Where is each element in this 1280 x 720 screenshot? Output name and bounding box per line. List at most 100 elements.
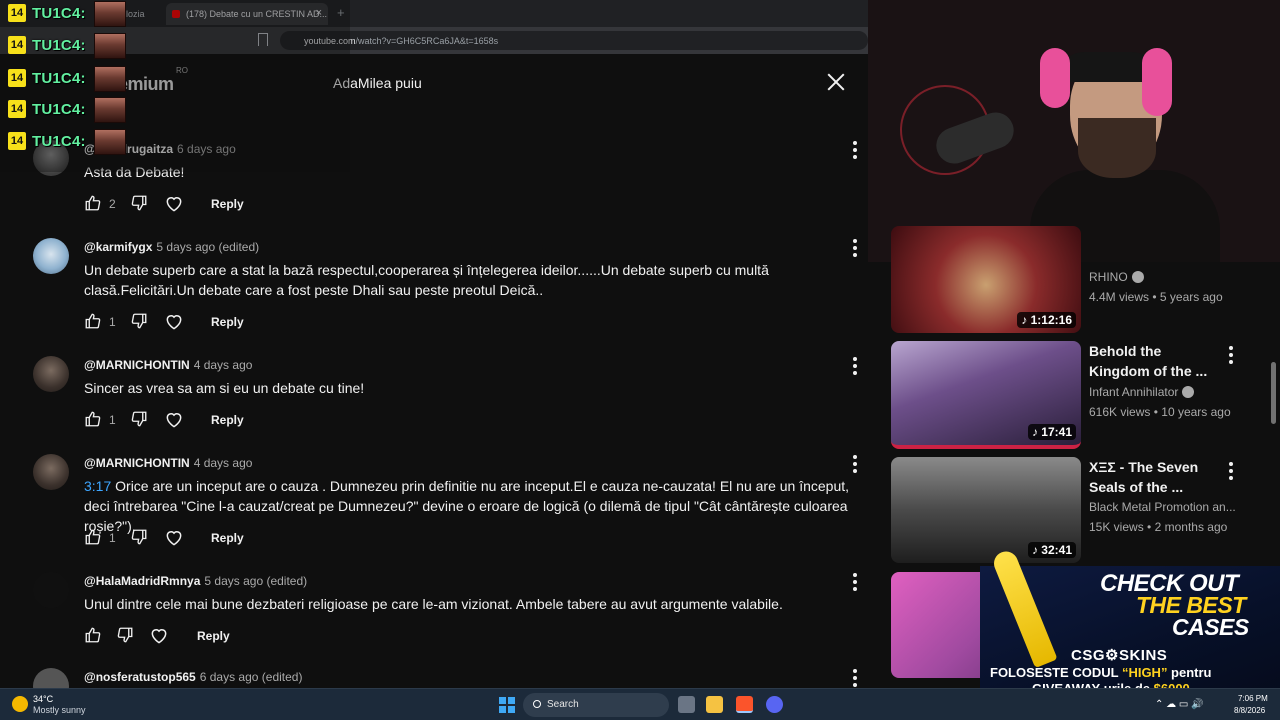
comment-author[interactable]: @HalaMadridRmnya — [84, 574, 200, 588]
task-view-icon[interactable] — [678, 696, 695, 713]
comment-actions: 1 Reply — [84, 410, 384, 434]
reply-button[interactable]: Reply — [202, 194, 253, 214]
heart-icon[interactable] — [164, 528, 184, 548]
comment-header: @karmifygx 5 days ago (edited) — [84, 240, 259, 254]
video-title[interactable]: Behold the Kingdom of the ... — [1089, 341, 1209, 381]
video-menu-icon[interactable] — [1225, 345, 1237, 365]
channel-name[interactable]: RHINO — [1089, 270, 1144, 284]
file-explorer-icon[interactable] — [706, 696, 723, 713]
video-timestamp-link[interactable]: 3:17 — [84, 478, 111, 494]
comment-time[interactable]: 5 days ago (edited) — [204, 574, 307, 588]
heart-icon[interactable] — [164, 410, 184, 430]
chat-username: TU1C4: — [32, 133, 86, 150]
discord-icon[interactable] — [766, 696, 783, 713]
like-icon[interactable] — [84, 194, 102, 212]
search-box[interactable]: AdaMilea puiu — [318, 64, 862, 102]
avatar[interactable] — [33, 238, 69, 274]
comments-section: @...andrugaitza 6 days ago Asta da Debate… — [0, 112, 868, 688]
clear-search-icon[interactable] — [824, 70, 848, 94]
video-menu-icon[interactable] — [1225, 461, 1237, 481]
sub-badge: 14 — [8, 36, 26, 54]
dislike-icon[interactable] — [130, 528, 148, 546]
headphones-left-icon — [1040, 48, 1070, 108]
weather-sun-icon[interactable] — [12, 696, 28, 712]
comment-menu-icon[interactable] — [849, 356, 861, 376]
taskbar-search[interactable]: Search — [523, 693, 669, 717]
like-count: 2 — [109, 197, 116, 211]
dislike-icon[interactable] — [130, 194, 148, 212]
url-field[interactable]: youtube.com/watch?v=GH6C5RCa6JA&t=1658s — [280, 31, 868, 50]
comment-time[interactable]: 5 days ago (edited) — [156, 240, 259, 254]
comment-menu-icon[interactable] — [849, 140, 861, 160]
verified-icon — [1131, 271, 1144, 283]
comment-menu-icon[interactable] — [849, 668, 861, 688]
comment-time[interactable]: 6 days ago (edited) — [200, 670, 303, 684]
avatar[interactable] — [33, 572, 69, 608]
weather-condition[interactable]: Mostly sunny — [33, 705, 86, 715]
like-icon[interactable] — [84, 410, 102, 428]
comment-time[interactable]: 4 days ago — [194, 358, 253, 372]
channel-name[interactable]: Black Metal Promotion an... — [1089, 500, 1236, 514]
video-thumbnail[interactable]: ♪ 1:12:16 — [891, 226, 1081, 333]
reply-button[interactable]: Reply — [202, 410, 253, 430]
like-count: 1 — [109, 315, 116, 329]
comment-menu-icon[interactable] — [849, 454, 861, 474]
screen: gelozia (178) Debate cu un CRESTIN AD...… — [0, 0, 1280, 720]
reply-button[interactable]: Reply — [188, 626, 239, 646]
dislike-icon[interactable] — [130, 312, 148, 330]
like-icon[interactable] — [84, 626, 102, 644]
comment-text: 3:17 Orice are un inceput are o cauza . … — [84, 476, 868, 536]
heart-icon[interactable] — [164, 312, 184, 332]
emote-icon — [94, 97, 126, 123]
comment-author[interactable]: @karmifygx — [84, 240, 152, 254]
chat-message: 14 TU1C4: — [8, 33, 148, 59]
headphones-right-icon — [1142, 48, 1172, 116]
reply-button[interactable]: Reply — [202, 312, 253, 332]
like-icon[interactable] — [84, 312, 102, 330]
dislike-icon[interactable] — [130, 410, 148, 428]
heart-icon[interactable] — [164, 194, 184, 214]
video-thumbnail[interactable]: ♪ 17:41 — [891, 341, 1081, 449]
url-path: /watch?v=GH6C5RCa6JA&t=1658s — [355, 36, 499, 46]
system-tray-icons[interactable]: ⌃ ☁ ▭ 🔊 — [1155, 699, 1204, 710]
view-count: 616K views — [1089, 405, 1151, 419]
video-thumbnail[interactable]: ♪ 32:41 — [891, 457, 1081, 563]
avatar[interactable] — [33, 454, 69, 490]
comment-actions: 2 Reply — [84, 194, 384, 218]
comment-author[interactable]: @MARNICHONTIN — [84, 456, 190, 470]
upload-age: 10 years ago — [1161, 405, 1231, 419]
sub-badge: 14 — [8, 132, 26, 150]
comment-text: Unul dintre cele mai bune dezbateri reli… — [84, 596, 783, 612]
channel-name[interactable]: Infant Annihilator — [1089, 385, 1195, 399]
ad-brand: CSG⚙SKINS — [1071, 647, 1168, 664]
duration-text: 17:41 — [1041, 425, 1072, 439]
emote-icon — [94, 129, 126, 155]
comment-header: @HalaMadridRmnya 5 days ago (edited) — [84, 574, 307, 588]
like-icon[interactable] — [84, 528, 102, 546]
avatar[interactable] — [33, 356, 69, 392]
sidebar-scrollbar[interactable] — [1271, 362, 1276, 424]
start-button-icon[interactable] — [499, 697, 515, 713]
clock-time[interactable]: 7:06 PM — [1238, 694, 1268, 703]
comment-time[interactable]: 4 days ago — [194, 456, 253, 470]
like-count: 1 — [109, 413, 116, 427]
heart-icon[interactable] — [149, 626, 169, 646]
chat-username: TU1C4: — [32, 5, 86, 22]
weather-temp[interactable]: 34°C — [33, 694, 53, 704]
video-title[interactable]: ΧΞΣ - The Seven Seals of the ... — [1089, 457, 1209, 497]
comment-menu-icon[interactable] — [849, 238, 861, 258]
chat-username: TU1C4: — [32, 37, 86, 54]
upload-age: 2 months ago — [1154, 520, 1228, 534]
comment-actions: Reply — [84, 626, 384, 650]
avatar[interactable] — [33, 668, 69, 688]
comment-author[interactable]: @nosferatustop565 — [84, 670, 196, 684]
comment-menu-icon[interactable] — [849, 572, 861, 592]
clock-date[interactable]: 8/8/2026 — [1234, 706, 1265, 715]
meta-separator: • — [1147, 520, 1152, 534]
dislike-icon[interactable] — [116, 626, 134, 644]
comment-actions: 1 Reply — [84, 312, 384, 336]
stream-chat-overlay: 14 TU1C4: 14 TU1C4: 14 TU1C4: 14 TU1C4: … — [0, 0, 350, 172]
reply-button[interactable]: Reply — [202, 528, 253, 548]
brave-browser-icon[interactable] — [736, 696, 753, 713]
comment-author[interactable]: @MARNICHONTIN — [84, 358, 190, 372]
